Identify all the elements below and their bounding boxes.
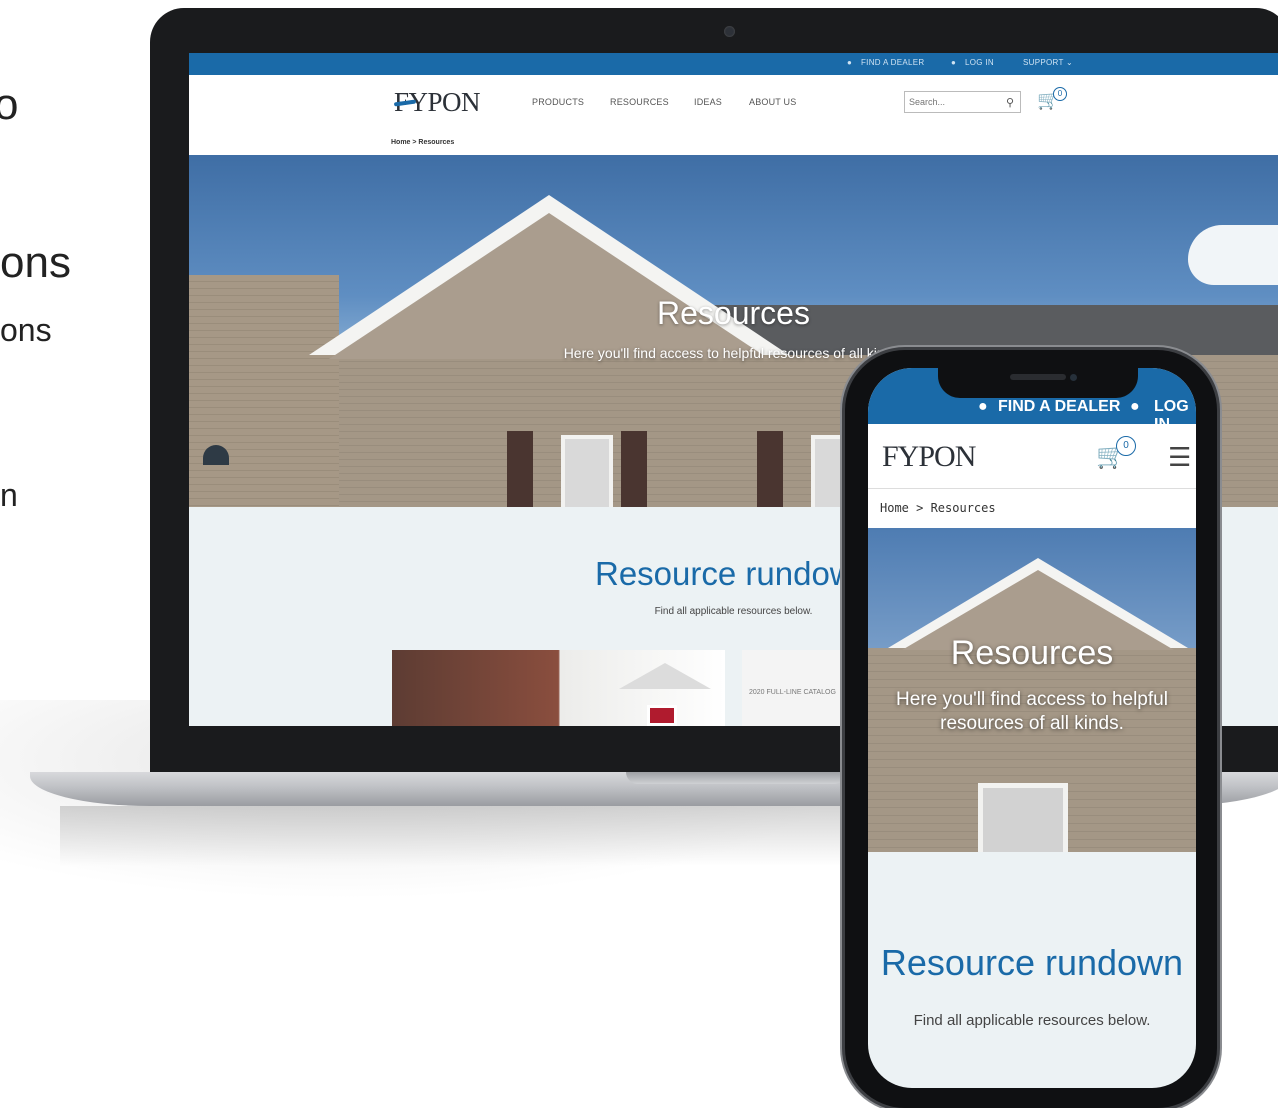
side-text-3: ons	[0, 312, 52, 348]
mobile-nav-bar: FYPON 🛒 0 ☰	[868, 424, 1196, 488]
nav-about-us[interactable]: ABOUT US	[749, 97, 796, 107]
phone-notch	[938, 362, 1138, 398]
mobile-content-subtitle: Find all applicable resources below.	[913, 1012, 1151, 1029]
laptop-shadow	[60, 806, 960, 866]
phone-camera	[1070, 374, 1077, 381]
mobile-hero-title: Resources	[950, 634, 1114, 672]
mobile-breadcrumb-bar: Home > Resources	[868, 488, 1196, 528]
hamburger-menu-icon[interactable]: ☰	[1168, 442, 1191, 473]
mobile-find-dealer-link[interactable]: FIND A DEALER	[998, 398, 1120, 416]
nav-ideas[interactable]: IDEAS	[694, 97, 722, 107]
red-door	[647, 705, 677, 726]
desktop-top-bar: ● FIND A DEALER ● LOG IN SUPPORT ⌄	[189, 53, 1278, 75]
hero-title: Resources	[657, 295, 810, 331]
laptop-notch	[626, 772, 846, 784]
side-text-4: n	[0, 477, 18, 513]
accessibility-icon[interactable]	[203, 445, 229, 465]
fypon-logo[interactable]: FYPON	[393, 87, 481, 118]
cart-count-badge: 0	[1053, 87, 1067, 101]
door-pediment	[619, 663, 711, 689]
nav-resources[interactable]: RESOURCES	[610, 97, 669, 107]
breadcrumb[interactable]: Home > Resources	[391, 139, 454, 146]
location-pin-icon: ●	[847, 58, 853, 67]
login-link[interactable]: LOG IN	[965, 58, 994, 67]
hero-shutter	[757, 431, 783, 507]
mobile-hero-window	[978, 783, 1068, 852]
nav-products[interactable]: PRODUCTS	[532, 97, 584, 107]
side-text-1: o	[0, 80, 19, 129]
mobile-hero-banner: Resources Here you'll find access to hel…	[868, 528, 1196, 852]
hero-window	[561, 435, 613, 507]
search-icon[interactable]: ⚲	[1006, 96, 1014, 109]
phone-speaker	[1010, 374, 1066, 380]
support-menu[interactable]: SUPPORT ⌄	[1023, 58, 1073, 67]
hero-shutter	[507, 431, 533, 507]
hero-cloud	[1188, 225, 1278, 285]
find-dealer-link[interactable]: FIND A DEALER	[861, 58, 924, 67]
search-input[interactable]	[909, 95, 989, 109]
hero-gable	[329, 213, 769, 359]
mobile-fypon-logo[interactable]: FYPON	[882, 440, 976, 474]
desktop-nav-bar: FYPON PRODUCTS RESOURCES IDEAS ABOUT US …	[189, 75, 1278, 131]
laptop-camera	[724, 26, 735, 37]
mobile-hero-subtitle: Here you'll find access to helpful resou…	[896, 689, 1168, 734]
user-icon: ●	[1130, 398, 1140, 415]
mobile-breadcrumb[interactable]: Home > Resources	[880, 501, 996, 515]
breadcrumb-bar: Home > Resources	[189, 131, 1278, 155]
user-icon: ●	[951, 58, 957, 67]
location-pin-icon: ●	[978, 398, 988, 415]
mobile-screen: ● FIND A DEALER ● LOG IN FYPON 🛒 0 ☰ Hom…	[868, 368, 1196, 1088]
search-box: ⚲	[904, 91, 1021, 113]
hero-shutter	[621, 431, 647, 507]
side-text-2: ons	[0, 238, 71, 287]
mobile-content-title: Resource rundown	[880, 942, 1184, 983]
catalog-label: 2020 FULL-LINE CATALOG	[749, 689, 836, 696]
mobile-cart-count-badge: 0	[1116, 436, 1136, 456]
